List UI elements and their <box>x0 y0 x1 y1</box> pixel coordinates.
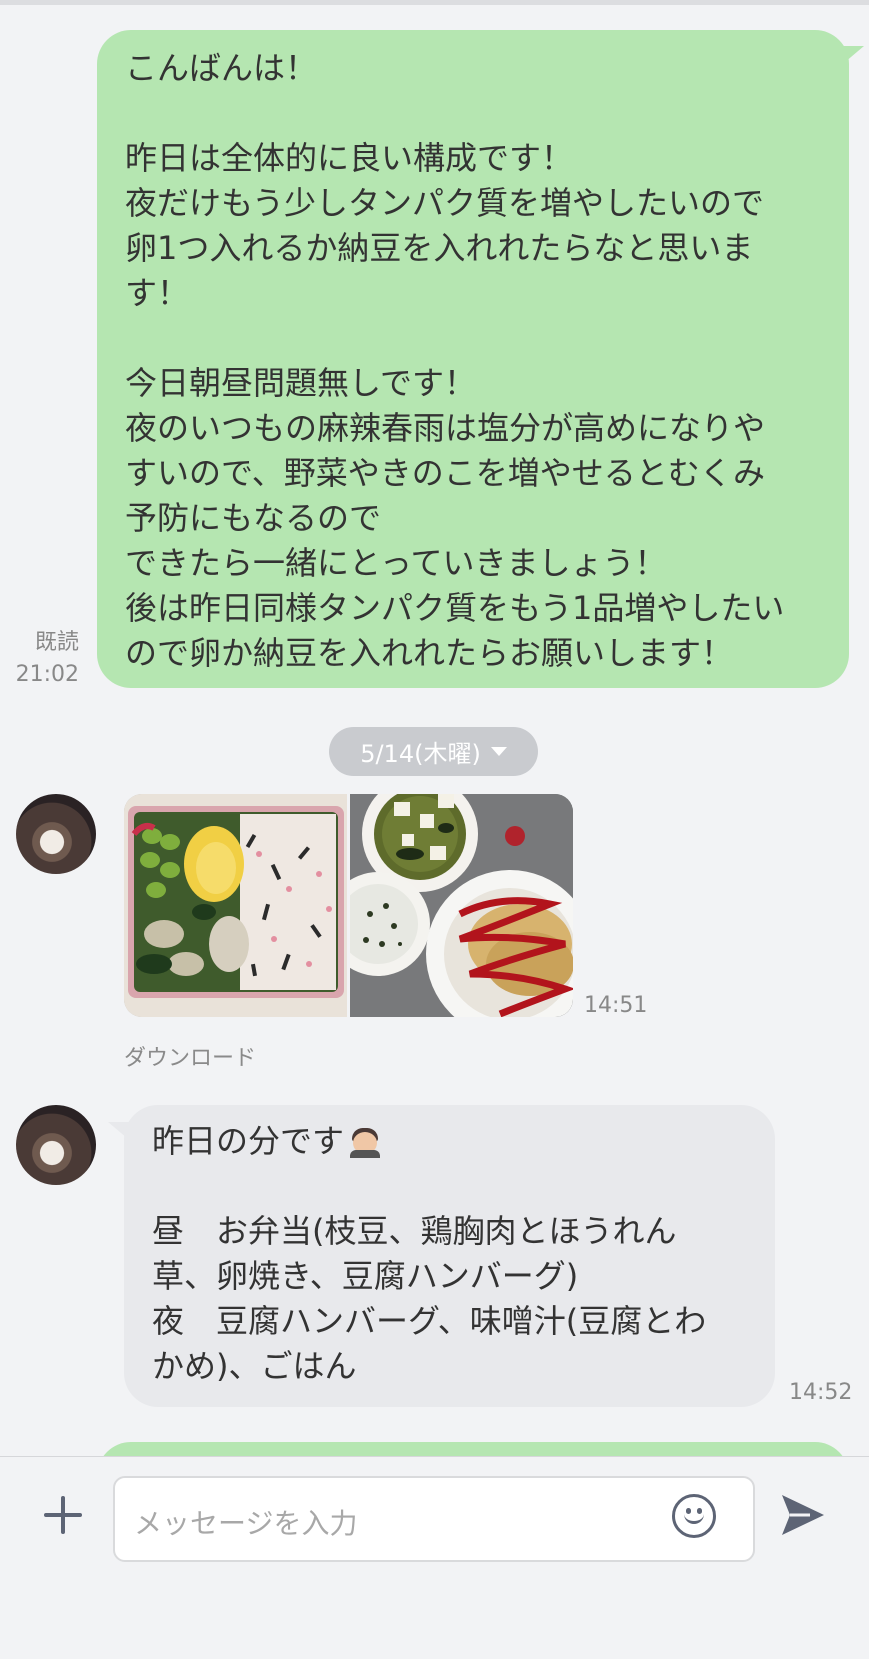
photo-message[interactable] <box>124 794 573 1017</box>
dinner-photo[interactable] <box>326 794 573 1017</box>
message-line <box>152 1164 749 1209</box>
incoming-message-time: 14:52 <box>789 1380 853 1405</box>
message-line: こんばんは！ <box>125 49 318 87</box>
message-line: 夜だけもう少しタンパク質を増やしたいので <box>125 184 765 222</box>
incoming-message-bubble[interactable]: 昨日の分です 昼 お弁当(枝豆、鶏胸肉とほうれん 草、卵焼き、豆腐ハンバーグ) … <box>124 1105 775 1407</box>
read-receipt: 既読 <box>34 630 79 655</box>
message-line: できたら一緒にとっていきましょう！ <box>125 544 667 582</box>
person-emoji-icon <box>348 1124 382 1158</box>
avatar[interactable] <box>16 794 96 874</box>
outgoing-message-bubble[interactable]: こんばんは！ 昨日は全体的に良い構成です！ 夜だけもう少しタンパク質を増やしたい… <box>97 30 849 688</box>
message-line: 昼 お弁当(枝豆、鶏胸肉とほうれん <box>152 1212 677 1250</box>
message-line: 予防にもなるので <box>125 499 382 537</box>
bento-photo-image <box>124 794 347 1017</box>
message-line: かめ)、ごはん <box>152 1347 357 1385</box>
message-line: 今日朝昼問題無しです！ <box>125 364 477 402</box>
message-first-line-text: 昨日の分です <box>152 1122 345 1160</box>
bento-photo[interactable] <box>124 794 347 1017</box>
plus-icon[interactable] <box>40 1492 86 1538</box>
dinner-photo-image <box>326 794 573 1017</box>
message-line: 草、卵焼き、豆腐ハンバーグ) <box>152 1257 579 1295</box>
message-line: 後は昨日同様タンパク質をもう1品増やしたい <box>125 589 785 627</box>
message-line <box>125 316 823 361</box>
message-input-placeholder: メッセージを入力 <box>134 1507 358 1540</box>
photo-time: 14:51 <box>584 993 648 1018</box>
send-icon[interactable] <box>780 1493 826 1537</box>
date-label: 5/14(木曜) <box>360 740 481 768</box>
avatar[interactable] <box>16 1105 96 1185</box>
message-line: 昨日は全体的に良い構成です！ <box>125 139 574 177</box>
emoji-icon[interactable] <box>672 1494 716 1538</box>
message-input[interactable]: メッセージを入力 <box>113 1476 755 1562</box>
message-time: 21:02 <box>15 662 79 687</box>
chevron-down-icon <box>490 747 507 756</box>
outgoing-bubble-tail <box>838 46 864 68</box>
date-separator[interactable]: 5/14(木曜) <box>329 727 538 776</box>
top-divider <box>0 0 869 5</box>
message-line: 卵1つ入れるか納豆を入れれたらなと思いま <box>125 229 754 267</box>
message-line: す！ <box>125 274 190 312</box>
download-link[interactable]: ダウンロード <box>124 1040 256 1072</box>
message-line: 夜 豆腐ハンバーグ、味噌汁(豆腐とわ <box>152 1302 707 1340</box>
message-line: ので卵か納豆を入れれたらお願いします！ <box>125 634 734 672</box>
message-line: すいので、野菜やきのこを増やせるとむくみ <box>125 454 766 492</box>
message-line: 昨日の分です <box>152 1119 749 1164</box>
message-line: 夜のいつもの麻辣春雨は塩分が高めになりや <box>125 409 766 447</box>
message-line <box>125 91 823 136</box>
